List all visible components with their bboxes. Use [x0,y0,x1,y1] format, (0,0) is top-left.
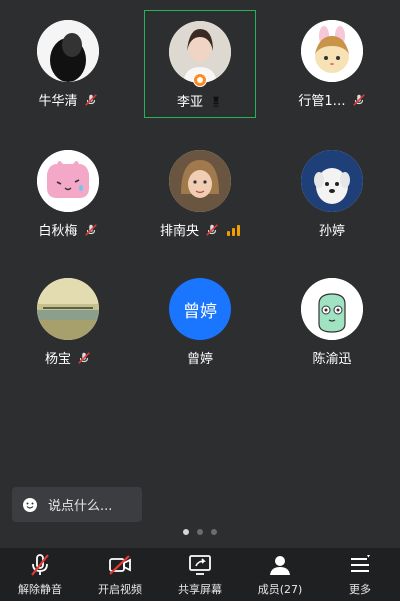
participant-name-row: 李亚 [145,91,255,110]
avatar [301,278,363,340]
mic-muted-icon [78,351,90,364]
start-video-label: 开启视频 [98,583,142,596]
participant-name: 牛华清 [38,94,78,109]
participant-name: 杨宝 [44,352,71,367]
avatar [301,150,363,212]
members-icon [270,556,290,575]
emoji-icon [23,497,37,512]
participant-name: 李亚 [176,95,203,110]
bottom-toolbar: 解除静音 开启视频 共享屏幕 成员(27) 更多 [0,547,400,601]
participant-name-row: 曾婷 [144,348,256,367]
mic-muted-icon [352,93,365,106]
puppy-photo-icon [301,150,363,212]
avatar [169,150,231,212]
more-button[interactable]: 更多 [320,548,400,601]
participant-name-row: 陈渝迅 [276,348,388,367]
unmute-button[interactable]: 解除静音 [0,548,80,601]
mic-muted-icon [206,223,218,236]
members-label: 成员(27) [257,583,303,596]
avatar [37,20,99,82]
cartoon-girl-icon [301,20,363,82]
host-badge-icon [193,73,207,87]
network-signal-icon [227,224,240,236]
participant-name-row: 杨宝 [12,348,124,367]
participant-tile-active[interactable]: 李亚 [144,10,256,118]
pink-blob-icon [37,150,99,212]
unmute-label: 解除静音 [18,583,62,596]
mic-muted-icon [84,223,97,236]
avatar-initials: 曾婷 [169,278,231,340]
page-dot-active[interactable] [183,529,189,535]
start-video-button[interactable]: 开启视频 [80,548,160,601]
child-portrait-icon [169,150,231,212]
participant-name-row: 行管1… [276,90,388,109]
mic-speaking-icon [213,96,219,107]
participant-name: 陈渝迅 [312,352,352,367]
share-screen-icon [189,555,211,575]
avatar [37,278,99,340]
more-label: 更多 [349,583,371,596]
members-button[interactable]: 成员(27) [240,548,320,601]
participant-name-row: 孙婷 [276,220,388,239]
participant-name: 排南央 [159,224,199,239]
participant-tile[interactable]: 曾婷 曾婷 [144,268,256,376]
participant-tile[interactable]: 孙婷 [276,140,388,248]
participant-name: 曾婷 [186,352,213,367]
cartoon-creature-icon [301,278,363,340]
mic-muted-icon [84,93,97,106]
chat-input[interactable]: 说点什么... [12,487,142,522]
participant-tile[interactable]: 牛华清 [12,10,124,118]
menu-icon [351,555,370,572]
avatar [37,150,99,212]
participant-name-row: 排南央 [144,220,256,239]
video-off-icon [109,555,131,575]
participant-tile[interactable]: 白秋梅 [12,140,124,248]
page-indicator [0,529,400,535]
share-screen-label: 共享屏幕 [178,583,222,596]
avatar [301,20,363,82]
participant-name: 行管1… [298,94,346,109]
share-screen-button[interactable]: 共享屏幕 [160,548,240,601]
participant-name-row: 白秋梅 [12,220,124,239]
participant-name-row: 牛华清 [12,90,124,109]
landscape-painting-icon [37,278,99,340]
page-dot[interactable] [211,529,217,535]
chat-placeholder: 说点什么... [48,499,113,514]
participant-tile[interactable]: 排南央 [144,140,256,248]
portrait-silhouette-icon [37,20,99,82]
mic-muted-icon [31,554,49,576]
participant-tile[interactable]: 杨宝 [12,268,124,376]
participant-tile[interactable]: 行管1… [276,10,388,118]
participant-tile[interactable]: 陈渝迅 [276,268,388,376]
participant-name: 孙婷 [318,224,345,239]
page-dot[interactable] [197,529,203,535]
participant-name: 白秋梅 [38,224,78,239]
